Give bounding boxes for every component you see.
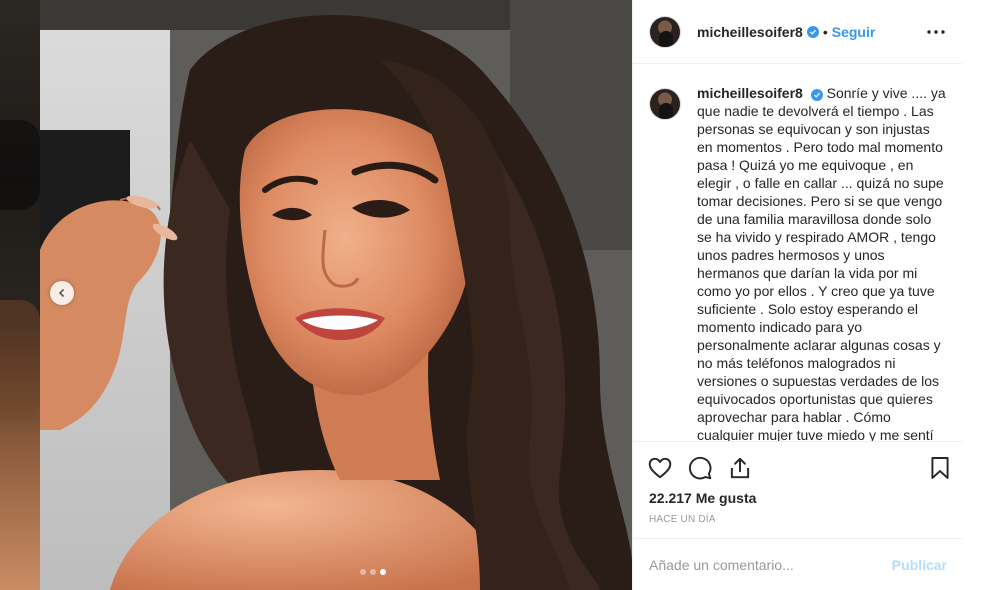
post-timestamp[interactable]: HACE UN DÍA	[649, 514, 716, 525]
post-details-panel: micheillesoifer8 • Seguir micheillesoife…	[632, 0, 963, 590]
comment-icon[interactable]	[687, 455, 713, 481]
caption: micheillesoifer8 Sonríe y vive .... ya q…	[697, 84, 947, 442]
verified-badge-icon	[806, 25, 819, 38]
like-icon[interactable]	[647, 455, 673, 481]
page-margin	[962, 0, 1000, 590]
carousel-prev-button[interactable]	[50, 281, 74, 305]
action-bar	[633, 449, 963, 489]
share-icon[interactable]	[727, 455, 753, 481]
carousel-dot-active	[380, 569, 386, 575]
username-link[interactable]: micheillesoifer8	[697, 24, 803, 40]
background-blur	[0, 0, 40, 590]
chevron-left-icon	[58, 288, 65, 298]
caption-avatar[interactable]	[649, 88, 681, 120]
comment-form: Publicar	[633, 538, 963, 590]
carousel-dot	[370, 569, 376, 575]
caption-text: Sonríe y vive .... ya que nadie te devol…	[697, 85, 946, 442]
save-bookmark-icon[interactable]	[927, 455, 953, 481]
portrait-image	[40, 0, 632, 590]
post-photo[interactable]	[40, 0, 632, 590]
follow-button[interactable]: Seguir	[832, 24, 876, 40]
carousel-indicator	[360, 569, 386, 575]
separator-dot: •	[822, 23, 828, 40]
post-header: micheillesoifer8 • Seguir	[633, 0, 962, 64]
publish-button[interactable]: Publicar	[892, 557, 947, 573]
verified-badge-icon	[810, 89, 823, 101]
avatar[interactable]	[649, 15, 681, 48]
more-options-icon[interactable]	[924, 20, 948, 44]
likes-count[interactable]: 22.217 Me gusta	[649, 490, 756, 506]
comment-input[interactable]	[649, 556, 892, 573]
carousel-dot	[360, 569, 366, 575]
caption-username[interactable]: micheillesoifer8	[697, 85, 803, 101]
caption-area[interactable]: micheillesoifer8 Sonríe y vive .... ya q…	[633, 64, 963, 442]
